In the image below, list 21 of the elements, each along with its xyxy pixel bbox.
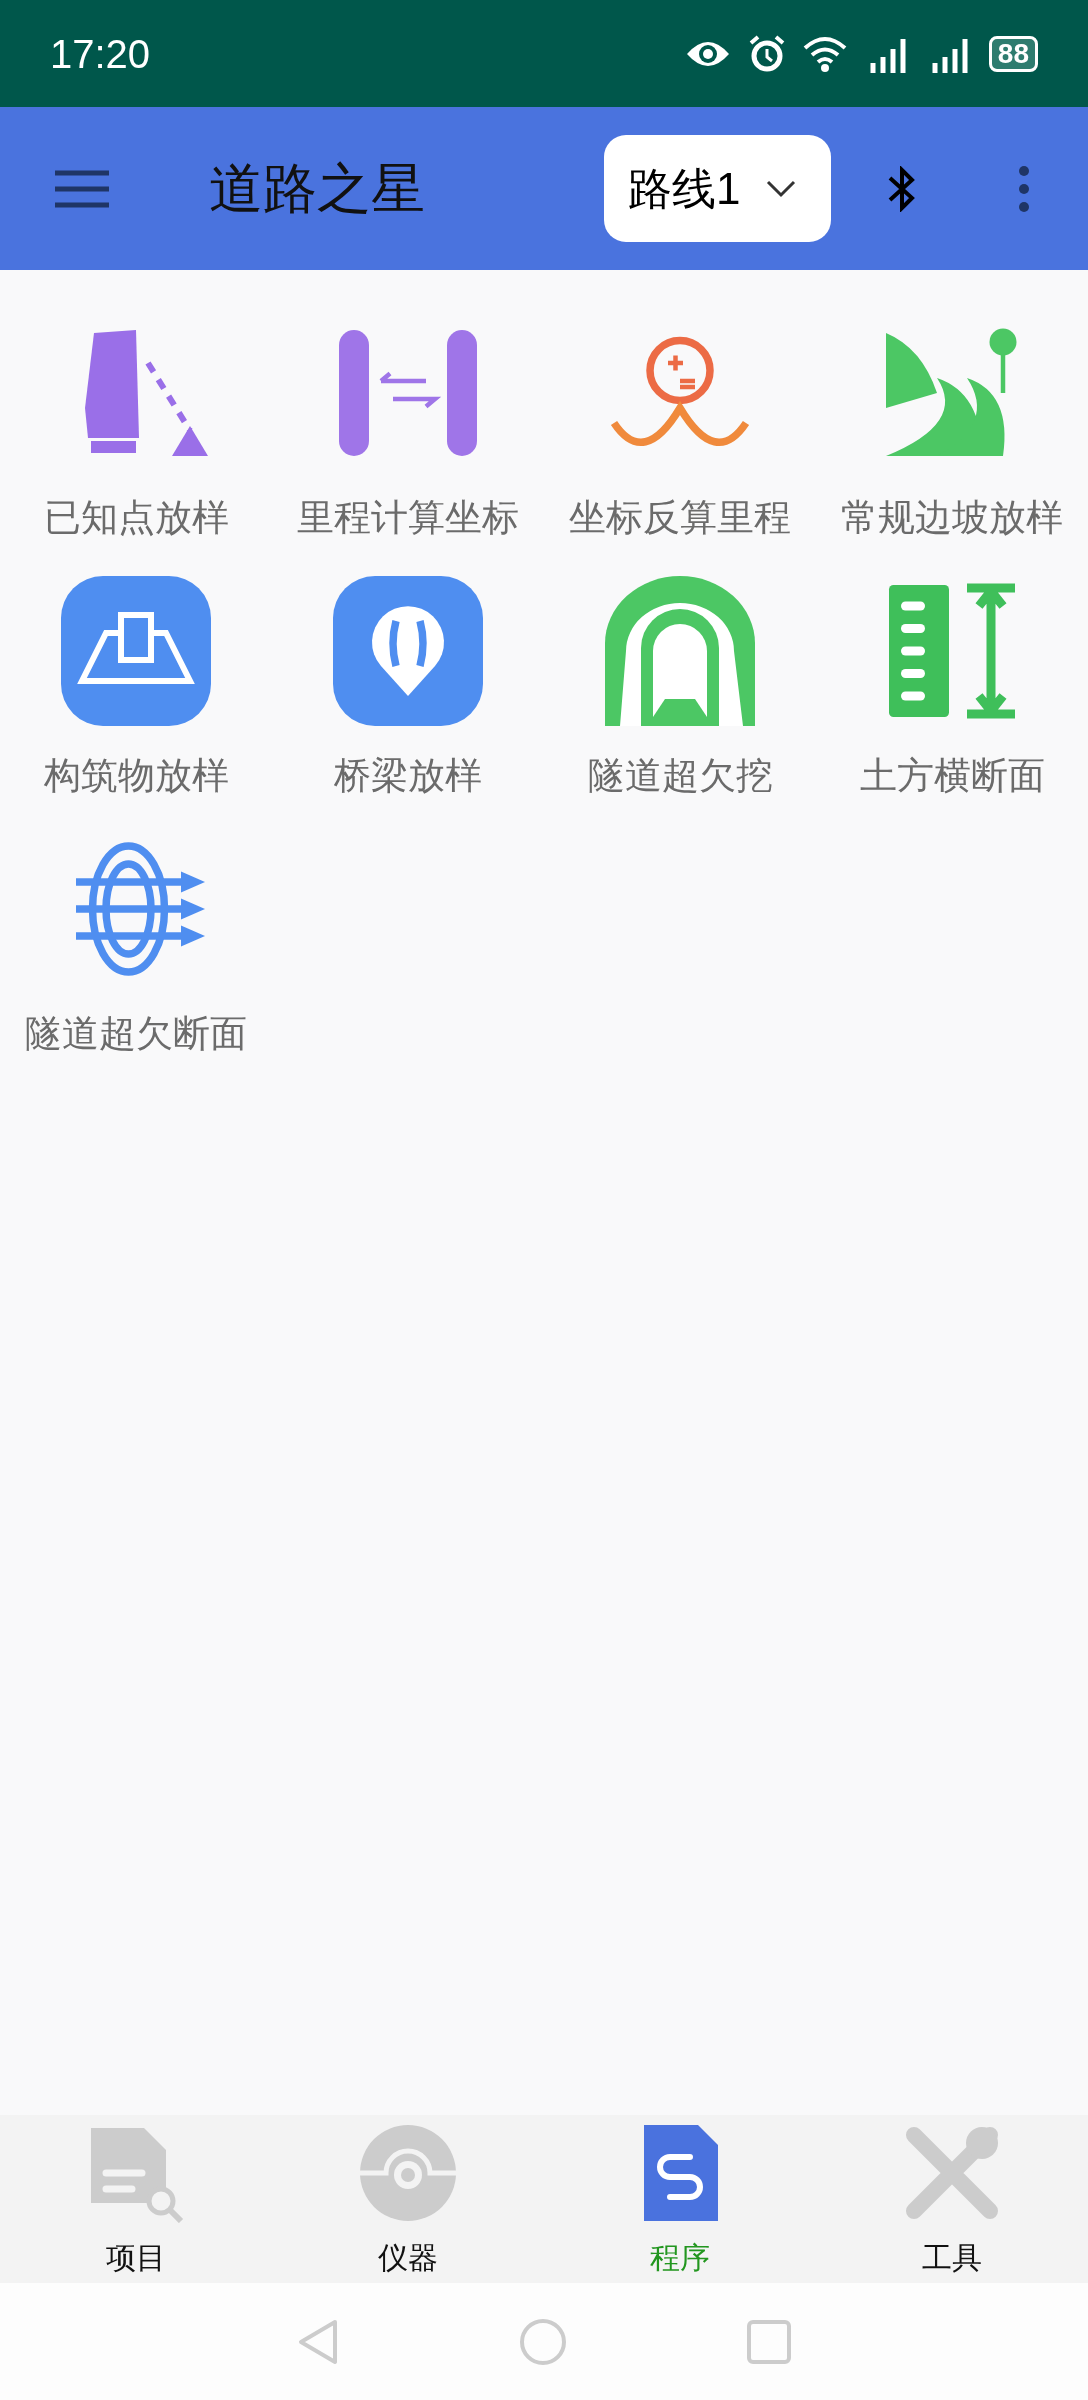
program-label[interactable]: 坐标反算里程 bbox=[569, 494, 791, 542]
program-label[interactable]: 桥梁放样 bbox=[334, 752, 482, 800]
clock: 17:20 bbox=[50, 30, 152, 78]
route-dropdown[interactable]: 路线1 bbox=[604, 135, 831, 242]
nav-label: 程序 bbox=[650, 2240, 710, 2276]
nav-tab[interactable]: 工具 bbox=[816, 2115, 1088, 2283]
nav-label: 项目 bbox=[106, 2240, 166, 2276]
battery-level: 88 bbox=[997, 39, 1029, 68]
nav-label: 仪器 bbox=[378, 2240, 438, 2276]
program-label[interactable]: 隧道超欠挖 bbox=[587, 752, 773, 800]
program-label[interactable]: 里程计算坐标 bbox=[297, 494, 519, 542]
program-label[interactable]: 土方横断面 bbox=[859, 752, 1045, 800]
nav-label: 工具 bbox=[922, 2240, 982, 2276]
program-label[interactable]: 已知点放样 bbox=[43, 494, 229, 542]
app-title: 道路之星 bbox=[209, 157, 425, 220]
program-label[interactable]: 常规边坡放样 bbox=[841, 494, 1063, 542]
nav-tab[interactable]: 项目 bbox=[0, 2115, 272, 2283]
nav-tab[interactable]: 仪器 bbox=[272, 2115, 544, 2283]
nav-tab[interactable]: 程序 bbox=[544, 2115, 816, 2283]
program-label[interactable]: 构筑物放样 bbox=[43, 752, 229, 800]
program-label[interactable]: 隧道超欠断面 bbox=[25, 1010, 247, 1058]
